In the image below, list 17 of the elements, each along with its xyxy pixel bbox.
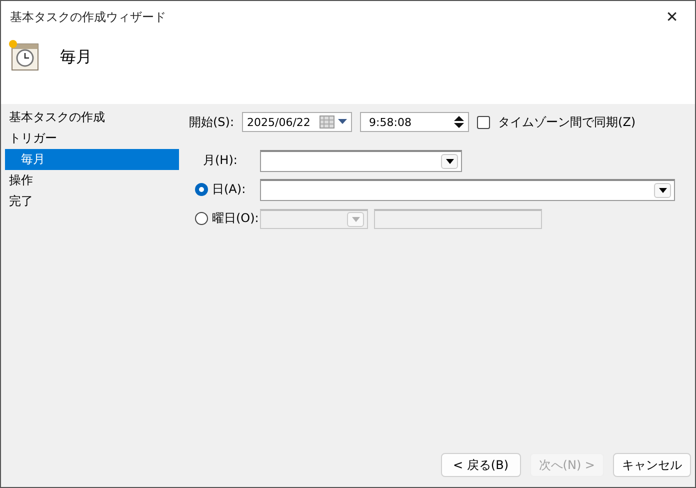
- wizard-step[interactable]: トリガー: [5, 128, 179, 149]
- window-title: 基本タスクの作成ウィザード: [10, 8, 166, 26]
- sync-label: タイムゾーン間で同期(Z): [498, 114, 636, 130]
- field-label: 日(A):: [212, 181, 246, 198]
- wizard-step[interactable]: 毎月: [5, 149, 179, 170]
- field-label: 月(H):: [203, 152, 238, 169]
- start-label: 開始(S):: [189, 114, 234, 130]
- wizard-button[interactable]: キャンセル: [613, 453, 691, 477]
- time-field[interactable]: 9:58:08: [360, 112, 470, 132]
- wizard-button[interactable]: < 戻る(B): [440, 453, 521, 477]
- wizard-step[interactable]: 基本タスクの作成: [5, 107, 179, 128]
- field-label: 曜日(O):: [212, 210, 259, 227]
- header-title: 毎月: [60, 47, 92, 68]
- wizard-step[interactable]: 完了: [5, 191, 179, 212]
- date-field[interactable]: 2025/06/22: [242, 112, 352, 132]
- close-button[interactable]: ✕: [649, 1, 695, 33]
- wizard-step[interactable]: 操作: [5, 170, 179, 191]
